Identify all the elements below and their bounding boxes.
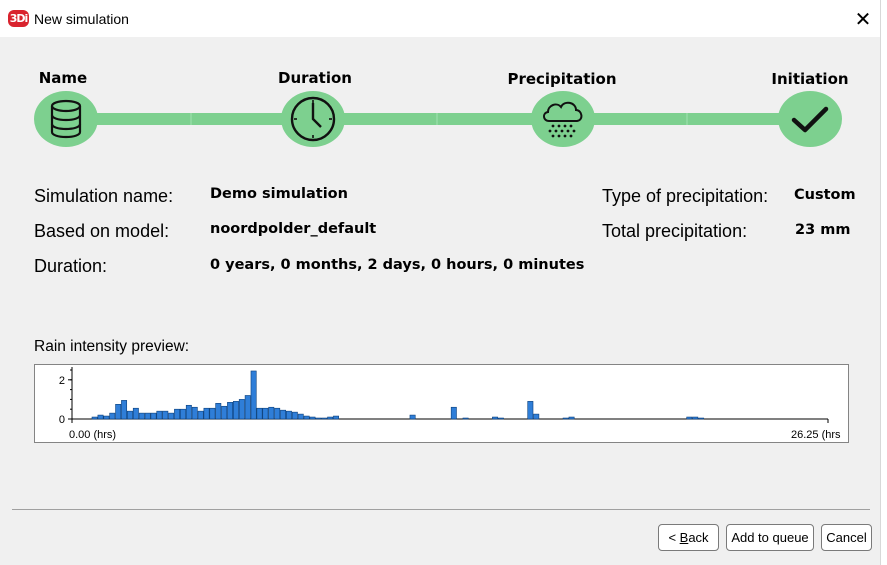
rain-bar (144, 412, 151, 420)
simulation-name-value: Demo simulation (210, 186, 348, 202)
rain-bar (97, 414, 104, 420)
back-button-suffix: ack (688, 530, 709, 545)
rain-bar (250, 370, 257, 420)
duration-value: 0 years, 0 months, 2 days, 0 hours, 0 mi… (210, 257, 585, 273)
background-window-edge (880, 0, 887, 565)
rain-bar (698, 417, 705, 420)
y-tick-label: 0 (59, 414, 65, 426)
stepper-segment-gap (686, 113, 688, 125)
rain-bar (121, 400, 128, 420)
rain-bar (527, 401, 534, 420)
rain-intensity-chart: 2 0 0.00 (hrs) 26.25 (hrs (34, 364, 849, 443)
rain-bar (327, 416, 334, 420)
x-tick-label-end: 26.25 (hrs (791, 429, 841, 441)
cancel-button[interactable]: Cancel (821, 524, 872, 551)
database-icon (50, 99, 82, 139)
stepper-segment-gap (190, 113, 192, 125)
close-button[interactable]: ✕ (850, 6, 876, 32)
rain-bar (286, 410, 292, 420)
step-name[interactable] (34, 91, 98, 147)
step-label-precipitation: Precipitation (507, 70, 617, 88)
chart-title: Rain intensity preview: (34, 338, 190, 355)
rain-bar (115, 403, 122, 420)
rain-bar (238, 399, 245, 420)
rain-bar (168, 412, 175, 420)
precipitation-type-value: Custom (794, 187, 856, 203)
rain-bar (692, 416, 699, 420)
stepper-segment-gap (436, 113, 438, 125)
clock-icon (290, 96, 336, 142)
rain-intensity-plot: 2 0 0.00 (hrs) 26.25 (hrs (59, 367, 841, 441)
rain-bar (227, 402, 234, 420)
model-label: Based on model: (34, 221, 170, 241)
rain-bar (185, 404, 192, 420)
rain-bar (686, 416, 693, 420)
rain-bar (256, 407, 263, 420)
rain-bar (268, 406, 275, 420)
app-logo: 3Di (8, 10, 29, 27)
rain-bar (103, 415, 110, 420)
duration-label: Duration: (34, 256, 108, 276)
window-title: New simulation (34, 11, 129, 27)
rain-bar (409, 414, 416, 420)
rain-bar (274, 407, 281, 420)
stepper-progress-line (70, 113, 810, 125)
rain-bar (233, 401, 239, 420)
rain-bar (462, 417, 469, 420)
total-precipitation-label: Total precipitation: (602, 221, 748, 241)
rain-bar (203, 407, 210, 420)
rain-bar (138, 412, 145, 420)
title-bar: 3Di New simulation ✕ (0, 0, 880, 37)
rain-bar (209, 407, 216, 420)
rain-bar (497, 417, 504, 420)
rain-bar (215, 403, 222, 420)
y-tick-label: 2 (59, 375, 65, 387)
rain-cloud-icon (543, 101, 583, 138)
back-button-prefix: < (668, 530, 680, 545)
add-to-queue-button[interactable]: Add to queue (726, 524, 814, 551)
rain-bar (221, 405, 228, 420)
total-precipitation-value: 23 mm (795, 222, 851, 238)
rain-bar (197, 410, 204, 420)
step-duration[interactable] (281, 91, 345, 147)
rain-bar (303, 415, 310, 420)
step-initiation[interactable] (778, 91, 842, 147)
rain-bar (291, 411, 298, 420)
rain-bar (162, 410, 169, 420)
x-tick-label-start: 0.00 (hrs) (69, 429, 116, 441)
rain-bar (174, 408, 181, 420)
rain-bar (132, 407, 139, 420)
footer-divider (12, 509, 870, 510)
back-button[interactable]: < Back (658, 524, 719, 551)
rain-bar (533, 413, 540, 420)
rain-bar (262, 407, 269, 420)
rain-bar (244, 395, 251, 420)
rain-bar (109, 412, 116, 420)
rain-bar (333, 415, 339, 420)
rain-bar (450, 406, 457, 420)
step-label-name: Name (38, 69, 88, 87)
rain-bar (156, 410, 163, 420)
rain-bar (315, 417, 322, 420)
rain-bar (91, 416, 98, 420)
checkmark-icon (791, 106, 829, 133)
step-label-initiation: Initiation (771, 70, 849, 88)
precipitation-type-label: Type of precipitation: (602, 186, 769, 206)
rain-bar (127, 410, 133, 420)
rain-bar (309, 416, 316, 420)
model-value: noordpolder_default (210, 221, 377, 237)
rain-bar (562, 417, 569, 420)
rain-bar (568, 416, 575, 420)
simulation-name-label: Simulation name: (34, 186, 174, 206)
rain-bar (191, 406, 198, 420)
rain-bar (297, 413, 304, 420)
rain-bar (150, 412, 157, 420)
rain-bar (492, 416, 498, 420)
rain-bar (280, 409, 287, 420)
step-label-duration: Duration (278, 69, 352, 87)
rain-bar (321, 417, 328, 420)
rain-bar (180, 408, 186, 420)
step-precipitation[interactable] (531, 91, 595, 147)
